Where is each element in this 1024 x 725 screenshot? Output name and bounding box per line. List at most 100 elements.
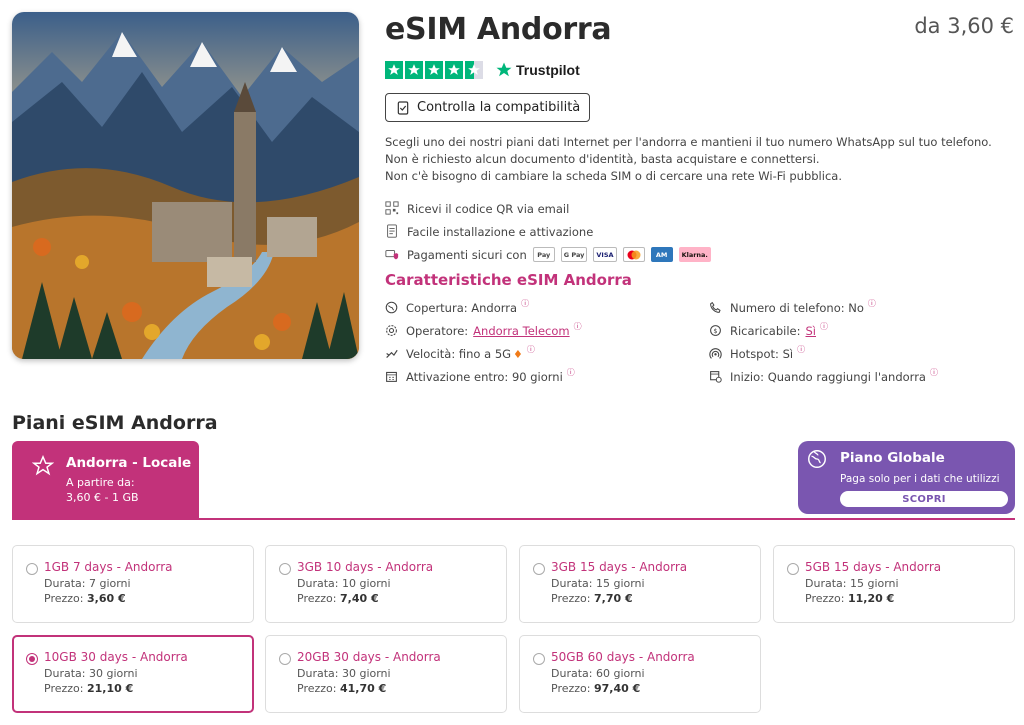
feature-item: Ricevi il codice QR via email [385,197,711,220]
plan-radio[interactable] [533,563,545,575]
plan-name: 5GB 15 days - Andorra [805,560,942,574]
plan-card[interactable]: 20GB 30 days - Andorra Durata: 30 giorni… [265,635,507,713]
plan-card[interactable]: 3GB 15 days - Andorra Durata: 15 giorni … [519,545,761,623]
plan-radio[interactable] [279,653,291,665]
global-plan-title: Piano Globale [840,450,945,466]
trustpilot-rating[interactable]: Trustpilot [385,61,580,79]
globe-icon [385,301,399,315]
duration-value: 15 giorni [595,577,645,590]
recharge-icon: $ [709,324,723,338]
rechargeable-link[interactable]: Sì [806,324,817,338]
duration-value: 60 giorni [595,667,645,680]
spec-hotspot: Hotspot: Sì ⓘ [709,344,805,361]
plan-radio[interactable] [279,563,291,575]
check-compatibility-button[interactable]: Controlla la compatibilità [385,93,591,122]
discover-button[interactable]: SCOPRI [840,491,1008,507]
amex-logo: AM [650,247,673,262]
duration-value: 7 giorni [88,577,131,590]
spec-value: 90 giorni [511,370,563,384]
duration-label: Durata: [44,667,86,680]
spec-speed: Velocità: fino a 5G ♦ ⓘ [385,344,535,361]
trustpilot-star-icon [496,62,512,77]
document-icon [385,224,400,239]
hotspot-icon [709,347,723,361]
qr-code-icon [385,201,400,216]
plan-duration: Durata: 15 giorni [805,577,1014,590]
operator-link[interactable]: Andorra Telecom [473,324,569,338]
product-hero-image [12,12,359,359]
price-value: 97,40 € [593,682,641,695]
info-icon[interactable]: ⓘ [574,321,582,332]
info-icon[interactable]: ⓘ [521,298,529,309]
tab-local-plans[interactable]: Andorra - Locale A partire da: 3,60 € - … [12,441,199,519]
spec-phone-number: Numero di telefono: No ⓘ [709,298,876,315]
global-plan-box[interactable]: Piano Globale Paga solo per i dati che u… [798,441,1015,514]
global-plan-subtitle: Paga solo per i dati che utilizzi [840,473,1000,485]
plan-radio[interactable] [787,563,799,575]
compatibility-check-icon [397,100,409,115]
plan-card[interactable]: 3GB 10 days - Andorra Durata: 10 giorni … [265,545,507,623]
feature-text: Facile installazione e attivazione [407,224,594,239]
price-label: Prezzo: [805,592,845,605]
plan-card[interactable]: 50GB 60 days - Andorra Durata: 60 giorni… [519,635,761,713]
svg-text:$: $ [713,327,717,335]
plan-card[interactable]: 5GB 15 days - Andorra Durata: 15 giorni … [773,545,1015,623]
characteristics-title: Caratteristiche eSIM Andorra [385,271,632,289]
price-label: Prezzo: [297,592,337,605]
feature-text: Pagamenti sicuri con [407,247,527,262]
duration-label: Durata: [297,577,339,590]
plan-price: Prezzo: 97,40 € [551,682,760,695]
plan-radio[interactable] [26,563,38,575]
info-icon[interactable]: ⓘ [820,321,828,332]
description-line: Scegli uno dei nostri piani dati Interne… [385,135,992,149]
plan-radio-checked[interactable] [26,653,38,665]
price-label: Prezzo: [44,682,84,695]
description-line: Non c'è bisogno di cambiare la scheda SI… [385,169,842,183]
secure-card-icon [385,247,400,262]
plan-card-selected[interactable]: 10GB 30 days - Andorra Durata: 30 giorni… [12,635,254,713]
duration-label: Durata: [551,667,593,680]
tab-local-from: 3,60 € - 1 GB [66,491,139,504]
plans-section-title: Piani eSIM Andorra [12,412,218,434]
spec-label: Velocità: [406,347,456,361]
price-value: 21,10 € [86,682,134,695]
plan-name: 50GB 60 days - Andorra [551,650,695,664]
spec-operator: Operatore: Andorra Telecom ⓘ [385,321,582,338]
price-label: Prezzo: [297,682,337,695]
info-icon[interactable]: ⓘ [868,298,876,309]
trustpilot-label: Trustpilot [516,62,580,78]
klarna-logo: Klarna. [678,247,711,262]
fire-icon: ♦ [513,347,523,361]
globe-icon [808,450,826,468]
info-icon[interactable]: ⓘ [797,344,805,355]
duration-value: 30 giorni [341,667,391,680]
tab-local-subtitle: A partire da: [66,476,135,489]
calendar-start-icon [709,370,723,384]
plan-radio[interactable] [533,653,545,665]
apple-pay-logo: Pay [532,247,555,262]
tab-local-title: Andorra - Locale [66,455,192,471]
duration-value: 15 giorni [849,577,899,590]
spec-label: Ricaricabile: [730,324,801,338]
price-value: 7,70 € [593,592,633,605]
spec-label: Hotspot: [730,347,779,361]
plan-price: Prezzo: 21,10 € [44,682,252,695]
info-icon[interactable]: ⓘ [527,344,535,355]
spec-label: Numero di telefono: [730,301,845,315]
spec-value: Andorra [471,301,518,315]
product-description: Scegli uno dei nostri piani dati Interne… [385,134,1005,185]
plan-duration: Durata: 60 giorni [551,667,760,680]
info-icon[interactable]: ⓘ [930,367,938,378]
plan-duration: Durata: 7 giorni [44,577,253,590]
info-icon[interactable]: ⓘ [567,367,575,378]
duration-label: Durata: [551,577,593,590]
plan-name: 3GB 10 days - Andorra [297,560,434,574]
feature-list: Ricevi il codice QR via email Facile ins… [385,197,711,266]
spec-label: Operatore: [406,324,469,338]
mastercard-logo [622,247,645,262]
calendar-icon [385,370,399,384]
price-value: 7,40 € [339,592,379,605]
plan-card[interactable]: 1GB 7 days - Andorra Durata: 7 giorni Pr… [12,545,254,623]
gear-icon [385,324,399,338]
spec-label: Attivazione entro: [406,370,509,384]
